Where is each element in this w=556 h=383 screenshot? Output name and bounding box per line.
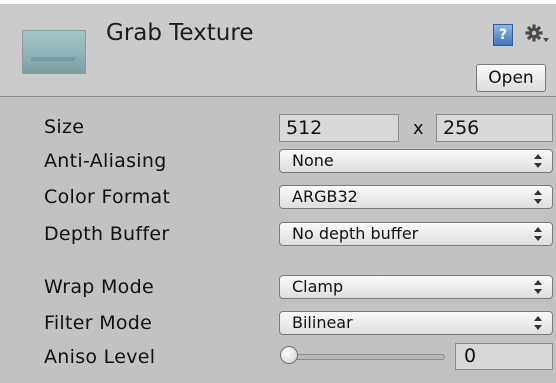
anti-aliasing-dropdown[interactable]: None: [279, 149, 553, 173]
aniso-level-field[interactable]: 0: [455, 343, 553, 370]
wrap-mode-dropdown[interactable]: Clamp: [279, 275, 553, 299]
dropdown-arrows-icon: [534, 190, 542, 204]
size-height-field[interactable]: 256: [436, 114, 553, 142]
wrap-mode-value: Clamp: [292, 277, 344, 296]
dropdown-arrows-icon: [534, 154, 542, 168]
size-width-field[interactable]: 512: [279, 114, 399, 142]
depth-buffer-value: No depth buffer: [292, 224, 419, 243]
filter-mode-dropdown[interactable]: Bilinear: [279, 311, 553, 335]
color-format-label: Color Format: [44, 186, 171, 208]
color-format-value: ARGB32: [292, 187, 358, 206]
aniso-level-slider-track[interactable]: [287, 354, 445, 360]
filter-mode-label: Filter Mode: [44, 312, 153, 334]
asset-title: Grab Texture: [106, 20, 254, 46]
anti-aliasing-label: Anti-Aliasing: [44, 150, 167, 172]
color-format-dropdown[interactable]: ARGB32: [279, 185, 553, 209]
filter-mode-value: Bilinear: [292, 313, 353, 332]
gear-dropdown-icon[interactable]: [524, 23, 550, 45]
texture-preview-icon: [22, 30, 86, 74]
preview-stripe: [31, 57, 75, 61]
open-button[interactable]: Open: [476, 64, 546, 92]
dropdown-arrows-icon: [534, 227, 542, 241]
aniso-level-slider-thumb[interactable]: [280, 346, 298, 364]
size-separator: x: [413, 118, 424, 139]
size-label: Size: [44, 116, 85, 138]
inspector-header: Grab Texture ? Open: [0, 4, 556, 97]
wrap-mode-label: Wrap Mode: [44, 276, 154, 298]
depth-buffer-label: Depth Buffer: [44, 223, 170, 245]
dropdown-arrows-icon: [534, 316, 542, 330]
aniso-level-label: Aniso Level: [44, 346, 156, 368]
depth-buffer-dropdown[interactable]: No depth buffer: [279, 222, 553, 246]
help-book-icon[interactable]: ?: [493, 24, 513, 46]
anti-aliasing-value: None: [292, 151, 334, 170]
dropdown-arrows-icon: [534, 280, 542, 294]
